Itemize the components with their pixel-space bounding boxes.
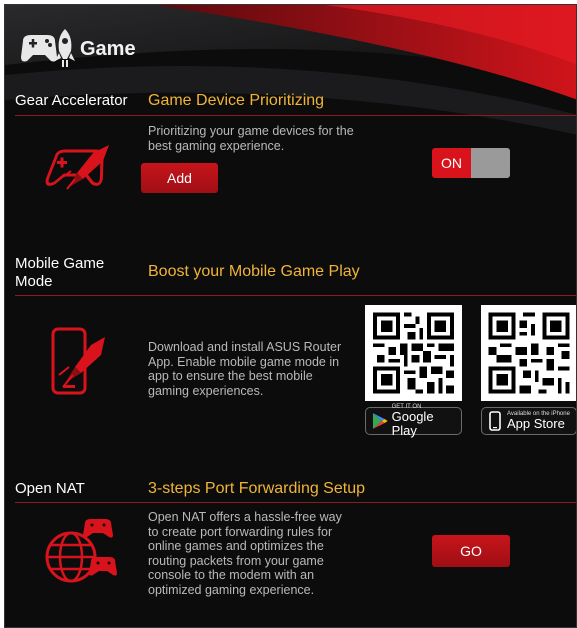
description-line: gaming experiences. (148, 383, 264, 398)
section-title-gear-accelerator: Game Device Prioritizing (148, 92, 325, 109)
description-line: best gaming experience. (148, 138, 285, 153)
description-line: App. Enable mobile game mode in (148, 354, 340, 369)
section-label-mobile-game-mode: Mobile Game Mode (15, 255, 104, 291)
gear-accelerator-toggle[interactable]: ON (432, 148, 510, 178)
section-title-open-nat: 3-steps Port Forwarding Setup (148, 480, 365, 497)
description-line: console to the modem with an (148, 568, 315, 582)
description-line: online games and optimizes the (148, 539, 324, 553)
section-divider (15, 295, 576, 296)
toggle-on-label: ON (432, 148, 471, 178)
section-title-mobile-game-mode: Boost your Mobile Game Play (148, 263, 360, 280)
description-line: app to ensure the best mobile (148, 369, 313, 383)
go-button[interactable]: GO (432, 535, 510, 567)
google-play-text: GET IT ON Google Play (392, 404, 461, 438)
section-divider (15, 115, 576, 116)
google-play-icon (372, 413, 388, 429)
google-play-qr-code (365, 305, 462, 401)
description-line: Open NAT offers a hassle-free way (148, 510, 342, 524)
game-page: Game Gear Accelerator Game Device Priori… (4, 4, 577, 628)
open-nat-description: Open NAT offers a hassle-free way to cre… (148, 510, 368, 597)
label-line: Mobile Game (15, 255, 105, 272)
toggle-knob (471, 148, 510, 178)
app-store-badge[interactable]: Available on the iPhone App Store (481, 407, 576, 435)
gamepad-rocket-icon (45, 145, 109, 190)
label-line: Mode (15, 273, 53, 290)
section-label-open-nat: Open NAT (15, 480, 85, 497)
description-line: optimized gaming experience. (148, 582, 315, 597)
description-line: routing packets from your game (148, 553, 324, 568)
app-store-qr-code (481, 305, 576, 401)
description-line: Prioritizing your game devices for the (148, 124, 354, 138)
mobile-game-mode-description: Download and install ASUS Router App. En… (148, 340, 358, 398)
gamepad-rocket-icon (21, 29, 75, 67)
iphone-icon (489, 411, 501, 431)
section-divider (15, 502, 576, 503)
add-button[interactable]: Add (141, 163, 218, 193)
description-line: Download and install ASUS Router (148, 340, 342, 354)
app-store-text: Available on the iPhone App Store (507, 411, 570, 431)
badge-big-text: App Store (507, 416, 565, 431)
gear-accelerator-description: Prioritizing your game devices for the b… (148, 124, 408, 153)
badge-big-text: Google Play (391, 409, 434, 438)
google-play-badge[interactable]: GET IT ON Google Play (365, 404, 462, 438)
phone-rocket-icon (51, 327, 105, 395)
globe-gamepads-icon (45, 519, 117, 583)
description-line: to create port forwarding rules for (148, 524, 333, 539)
page-title: Game (80, 38, 136, 60)
section-label-gear-accelerator: Gear Accelerator (15, 92, 128, 109)
